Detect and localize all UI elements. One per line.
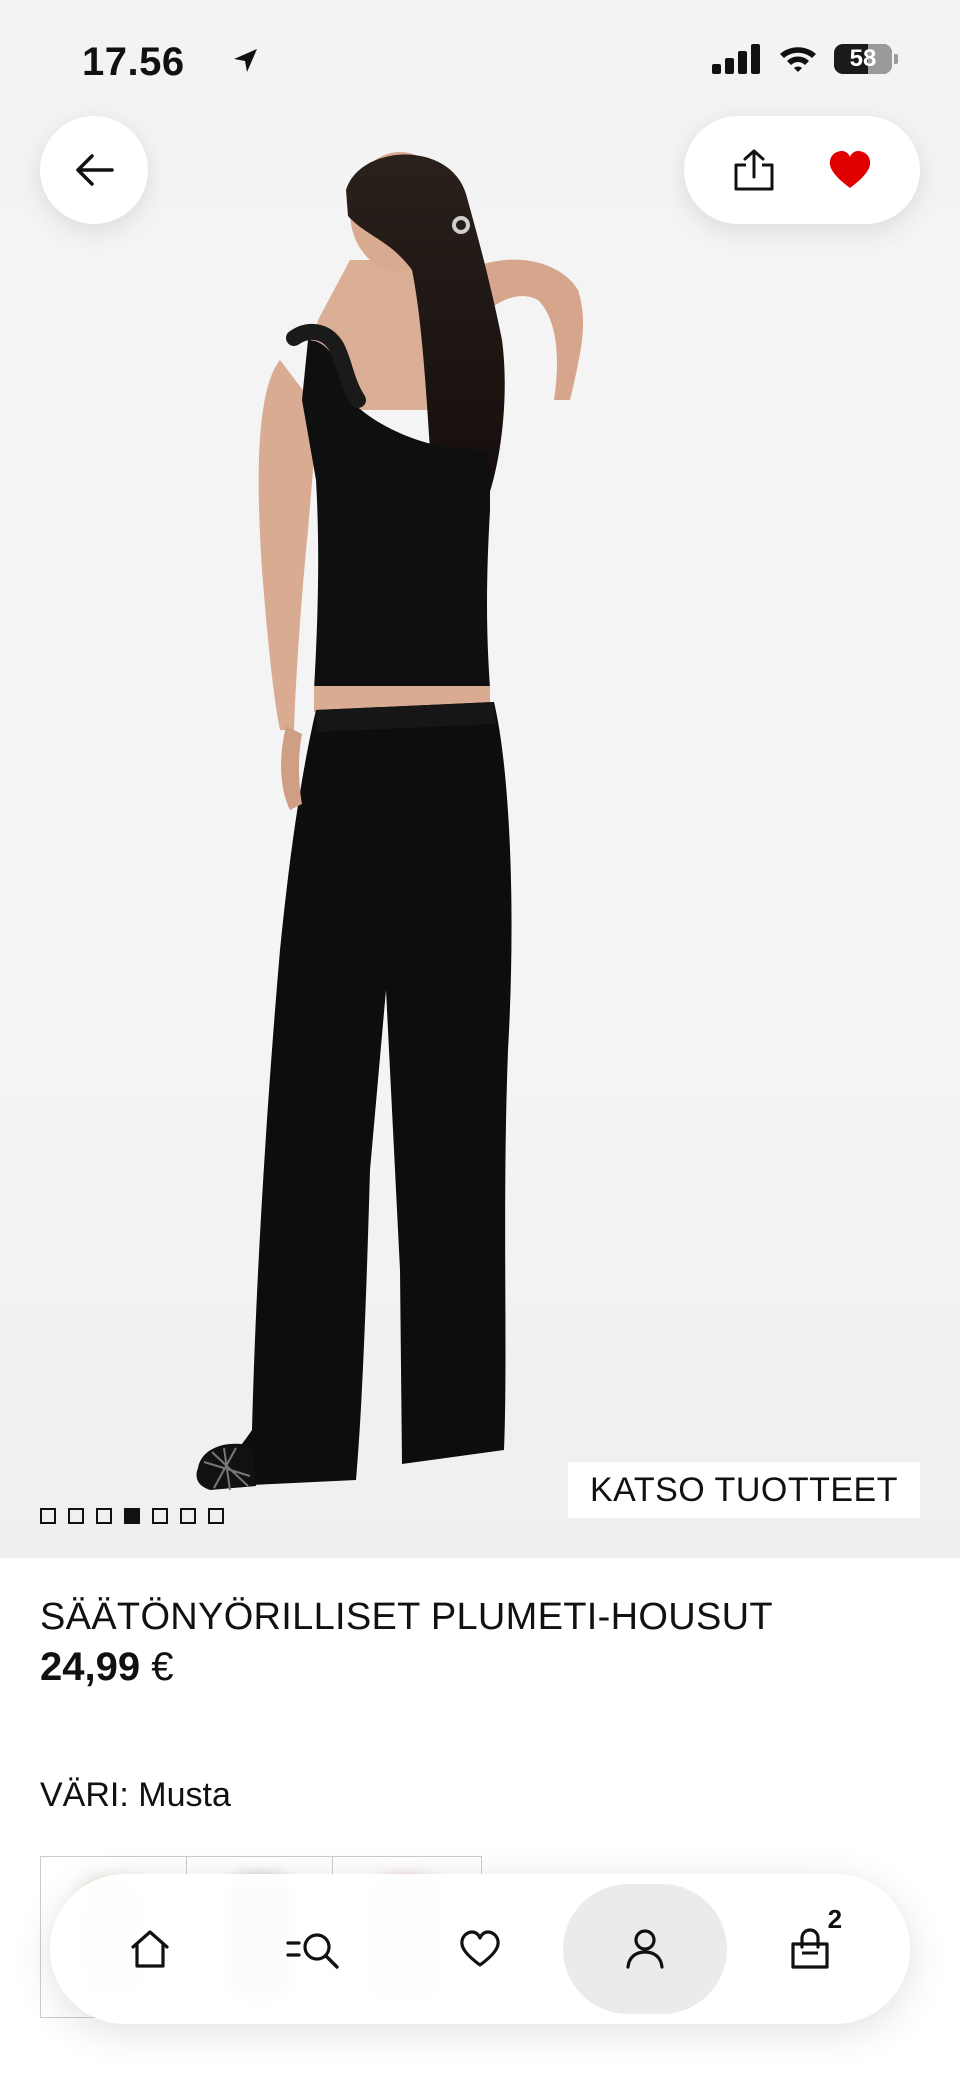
color-info: VÄRI: Musta [40,1776,231,1815]
gallery-dot[interactable] [68,1508,84,1524]
product-title: SÄÄTÖNYÖRILLISET PLUMETI-HOUSUT [40,1596,773,1638]
status-bar: 17.56 58 [0,0,960,120]
gallery-dot[interactable] [180,1508,196,1524]
back-button[interactable] [40,116,148,224]
cart-count-badge: 2 [827,1904,843,1934]
price-currency: € [151,1645,174,1689]
home-icon [131,1930,169,1968]
nav-cart[interactable]: 2 [728,1884,892,2014]
gallery-dot[interactable] [40,1508,56,1524]
gallery-dot[interactable] [96,1508,112,1524]
nav-favorites[interactable] [398,1884,562,2014]
product-photo [196,152,584,1491]
account-icon [626,1929,664,1969]
nav-home[interactable] [68,1884,232,2014]
cellular-signal-icon [712,44,760,74]
status-indicators: 58 [712,44,898,74]
color-label: VÄRI: [40,1776,129,1814]
share-icon [734,149,774,191]
price-value: 24,99 [40,1645,141,1689]
product-image-gallery[interactable]: 17.56 58 KATSO TUOTTEET [0,0,960,1558]
battery-level: 58 [849,45,877,72]
status-time: 17.56 [82,40,185,84]
nav-search[interactable] [233,1884,397,2014]
arrow-left-icon [76,154,114,186]
product-price: 24,99 € [40,1645,173,1690]
gallery-dot[interactable] [152,1508,168,1524]
heart-outline-icon [460,1930,500,1967]
color-value: Musta [138,1776,231,1814]
shop-the-look-button[interactable]: KATSO TUOTTEET [568,1462,920,1518]
header-actions [684,116,920,224]
gallery-dot-active[interactable] [124,1508,140,1524]
wifi-icon [780,47,816,72]
gallery-dot[interactable] [208,1508,224,1524]
heart-filled-icon [829,151,871,188]
share-button[interactable] [714,130,794,210]
battery-indicator: 58 [834,44,898,74]
bottom-navigation: 2 [50,1874,910,2024]
nav-account[interactable] [562,1884,727,2014]
favorite-button[interactable] [810,130,890,210]
gallery-pagination [40,1508,224,1524]
location-arrow-icon [234,49,257,72]
bag-icon [790,1928,829,1969]
favorite-heart-shape [829,151,871,188]
search-icon [286,1933,339,1969]
